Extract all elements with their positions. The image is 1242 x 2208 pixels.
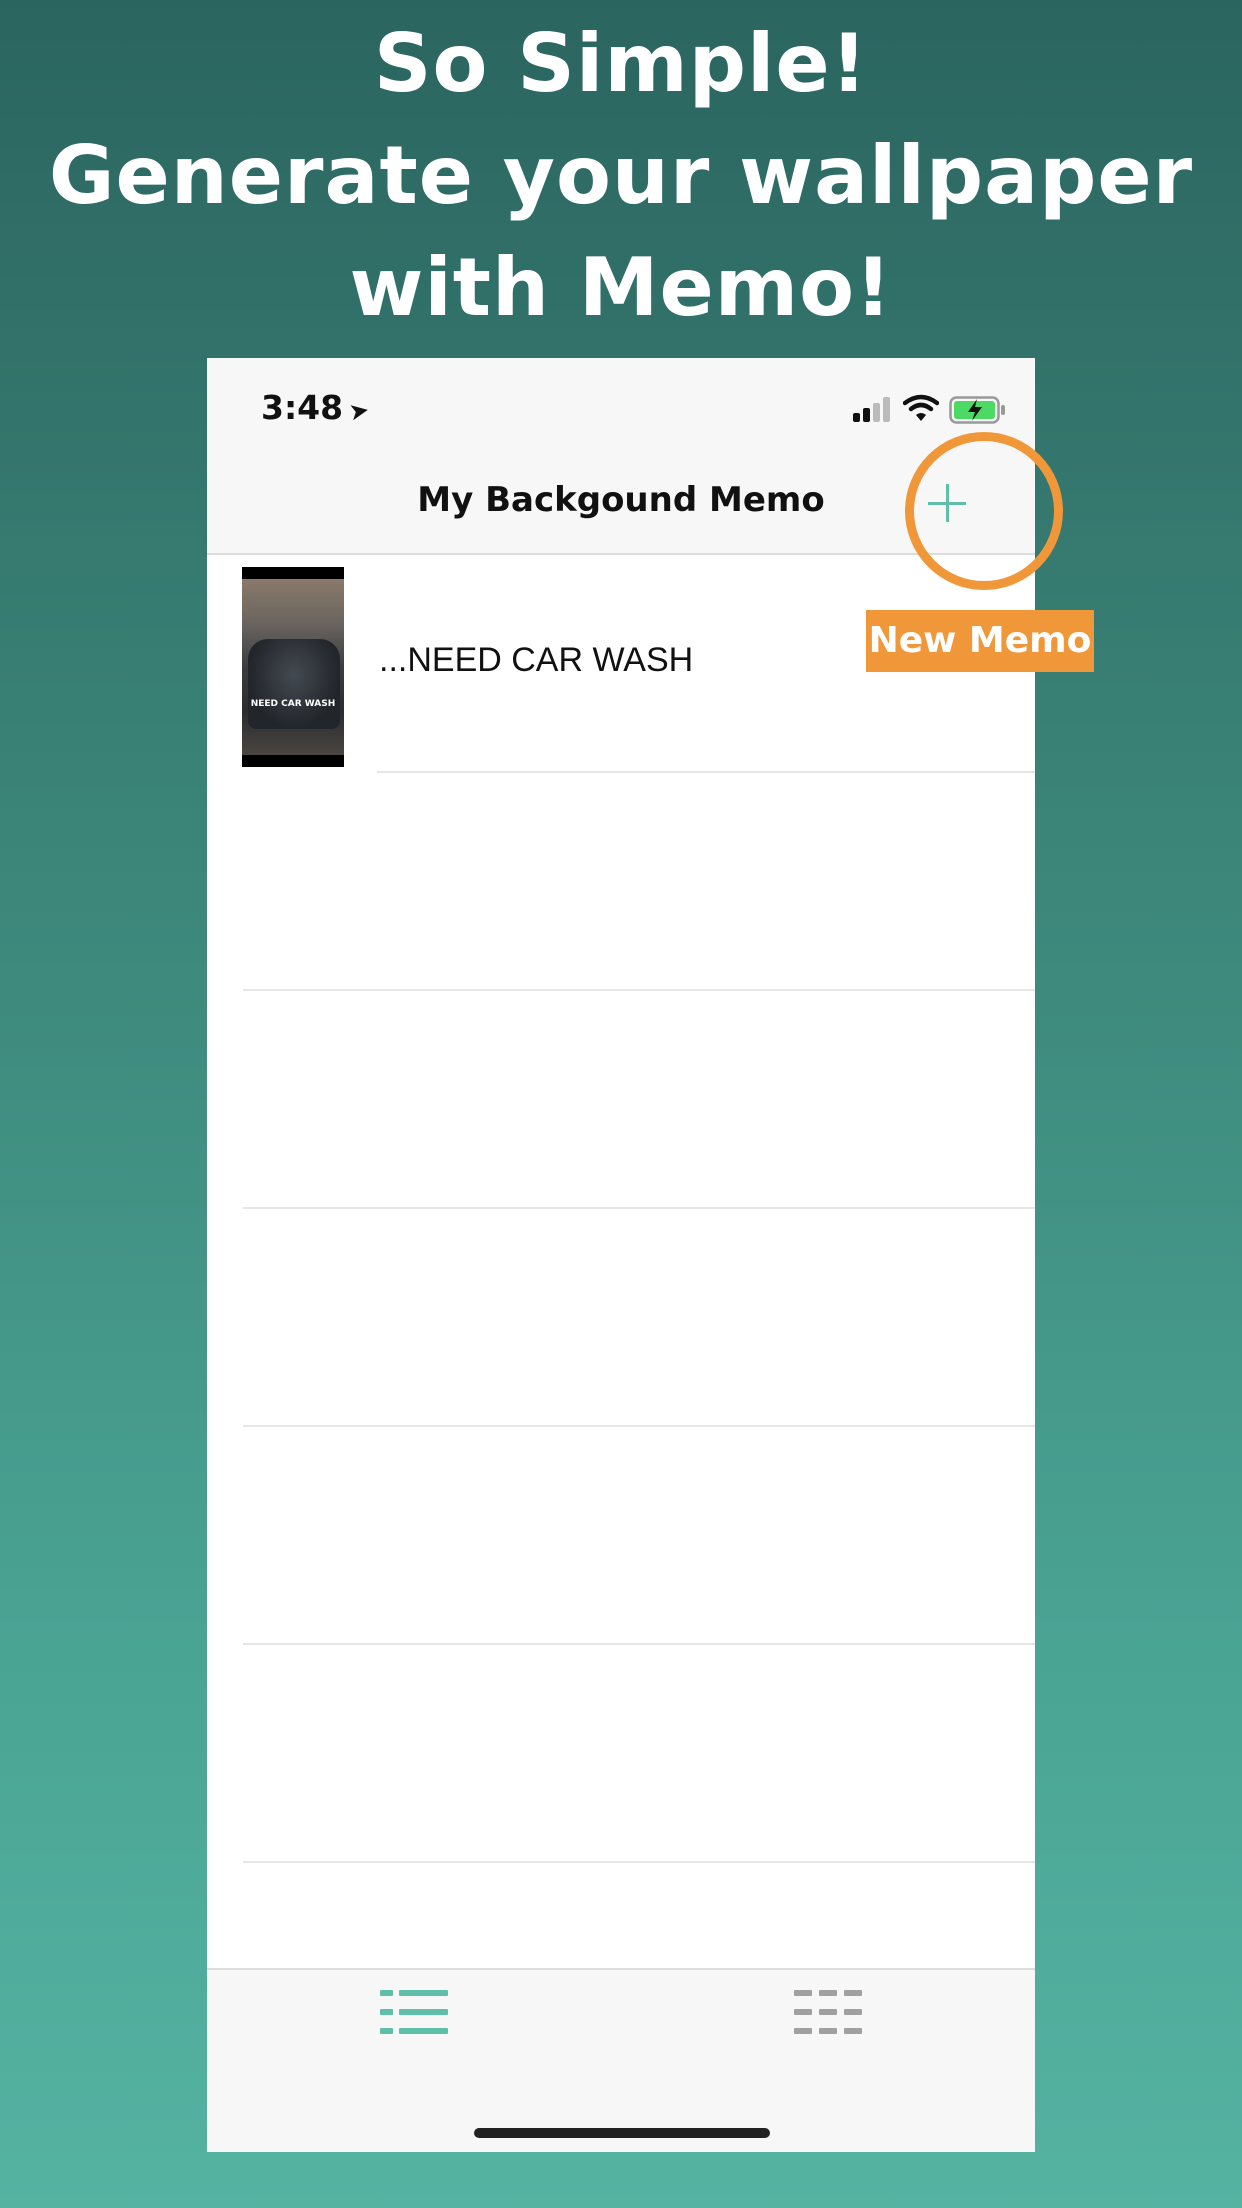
memo-thumbnail-photo [242,579,344,755]
headline-line-3: with Memo! [349,241,893,334]
cellular-signal-icon [853,396,895,422]
memo-thumbnail: NEED CAR WASH [242,567,344,767]
location-arrow-icon: ➤ [346,395,372,427]
wifi-icon [903,394,939,421]
memo-text: ...NEED CAR WASH [379,641,694,679]
empty-row [207,1209,1035,1427]
thumbnail-caption: NEED CAR WASH [250,699,336,709]
tab-list[interactable] [379,1986,449,2038]
grid-icon [794,1990,862,2034]
list-icon [380,1990,448,2034]
tab-grid[interactable] [793,1986,863,2038]
memo-list: NEED CAR WASH ...NEED CAR WASH [207,555,1035,1863]
empty-row [207,991,1035,1209]
empty-row [207,1645,1035,1863]
car-image [248,639,340,729]
highlight-ring [905,432,1063,590]
time-text: 3:48 [261,388,344,427]
headline-line-1: So Simple! [373,17,869,110]
promo-headline: So Simple! Generate your wallpaper with … [0,8,1242,344]
empty-row [207,773,1035,991]
headline-line-2: Generate your wallpaper [48,129,1194,222]
status-time: 3:48 ➤ [261,388,372,427]
battery-charging-icon [949,396,1005,424]
new-memo-callout: New Memo [866,610,1094,672]
home-indicator [474,2128,770,2138]
tab-bar [207,1968,1035,2152]
status-bar: 3:48 ➤ [207,358,1035,446]
row-divider [243,1861,1035,1863]
empty-row [207,1427,1035,1645]
